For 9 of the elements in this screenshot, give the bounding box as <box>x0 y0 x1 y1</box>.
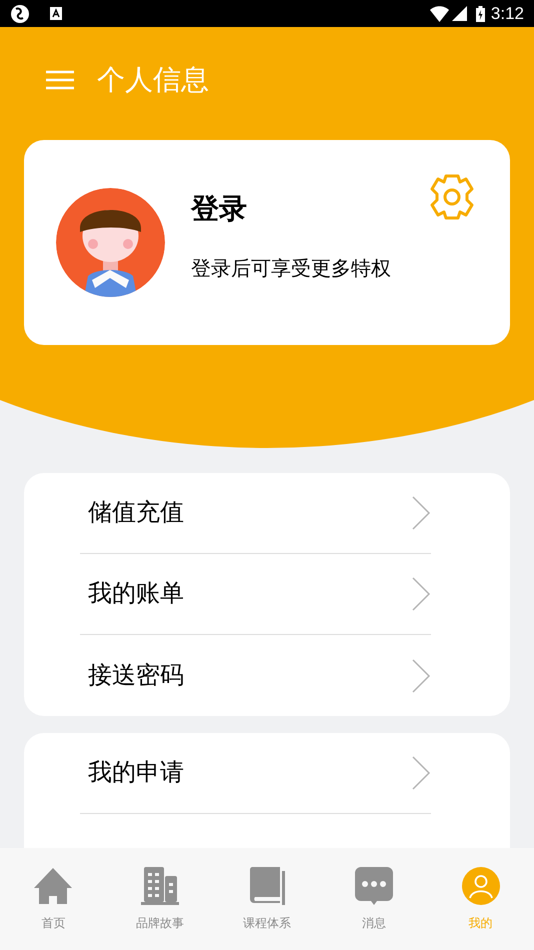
menu-item[interactable]: 接送密码 <box>80 635 431 716</box>
status-time: 3:12 <box>490 2 524 25</box>
menu-item[interactable]: 储值充值 <box>80 473 431 554</box>
login-title: 登录 <box>191 192 248 226</box>
login-subtitle: 登录后可享受更多特权 <box>191 256 391 282</box>
page-title: 个人信息 <box>97 62 209 96</box>
profile-card[interactable]: 登录 登录后可享受更多特权 <box>24 140 510 345</box>
menu-item[interactable]: 我的账单 <box>80 554 431 635</box>
menu-item[interactable]: 我的申请 <box>80 733 431 814</box>
